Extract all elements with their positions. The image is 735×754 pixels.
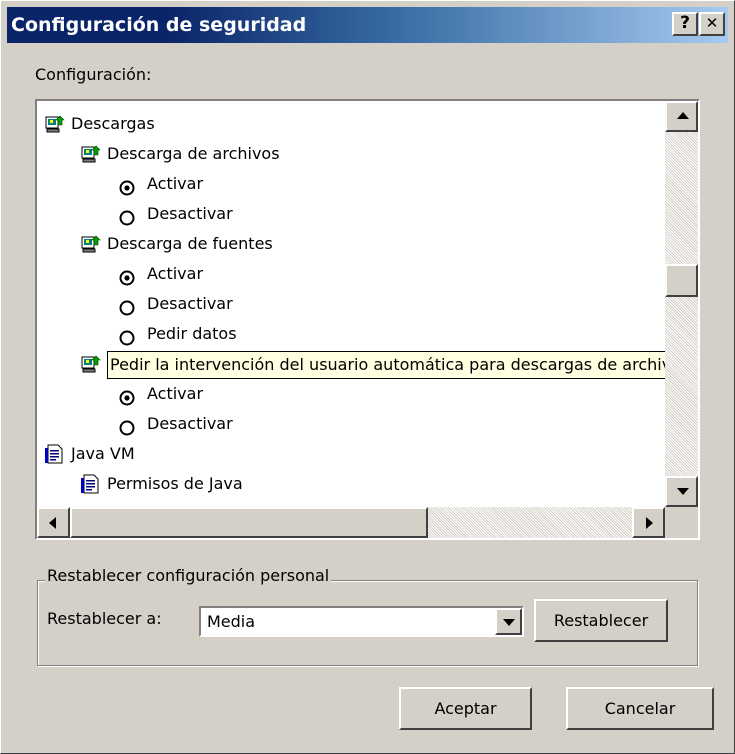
- reset-group-label: Restablecer configuración personal: [45, 566, 332, 585]
- document-icon: [45, 444, 65, 464]
- radio-checked-icon: [119, 266, 135, 286]
- vertical-scrollbar[interactable]: [665, 101, 698, 507]
- settings-category-icon: [81, 234, 101, 254]
- help-button[interactable]: ?: [672, 12, 698, 36]
- item-label: Activar: [147, 384, 204, 403]
- settings-tree: Descargas Descarga de archivos Activar Desa…: [37, 101, 665, 507]
- item-label: Activar: [147, 174, 204, 193]
- security-settings-dialog: Configuración de seguridad ? ✕ Configura…: [0, 0, 735, 754]
- radio-unchecked-icon: [119, 416, 135, 436]
- horizontal-scroll-thumb[interactable]: [70, 507, 428, 538]
- item-label: Descarga de archivos: [107, 144, 280, 163]
- item-label: Desactivar: [147, 414, 233, 433]
- scroll-left-button[interactable]: [37, 507, 70, 538]
- radio-unchecked-icon: [119, 296, 135, 316]
- tooltip-label: Pedir la intervención del usuario automá…: [107, 351, 665, 379]
- help-icon: ?: [680, 13, 690, 33]
- close-button[interactable]: ✕: [699, 12, 725, 36]
- settings-category-icon: [81, 354, 101, 374]
- reset-level-value: Media: [207, 612, 256, 631]
- up-arrow-icon: [677, 112, 689, 119]
- scrollbar-corner: [665, 507, 698, 538]
- window-title: Configuración de seguridad: [11, 14, 307, 36]
- scroll-right-button[interactable]: [632, 507, 665, 538]
- reset-button[interactable]: Restablecer: [534, 599, 668, 642]
- right-arrow-icon: [646, 517, 653, 529]
- settings-list[interactable]: Descargas Descarga de archivos Activar Desa…: [35, 99, 700, 540]
- chevron-down-icon: [503, 619, 515, 626]
- item-label: Descarga de fuentes: [107, 234, 273, 253]
- close-icon: ✕: [705, 14, 719, 32]
- item-label: Desactivar: [147, 294, 233, 313]
- item-label: Permisos de Java: [107, 474, 243, 493]
- scroll-thumb[interactable]: [665, 264, 698, 297]
- radio-checked-icon: [119, 176, 135, 196]
- left-arrow-icon: [49, 517, 56, 529]
- settings-category-icon: [81, 144, 101, 164]
- reset-to-label: Restablecer a:: [47, 609, 162, 628]
- radio-unchecked-icon: [119, 206, 135, 226]
- item-label: Activar: [147, 264, 204, 283]
- item-label: Pedir datos: [147, 324, 237, 343]
- cancel-button-label: Cancelar: [604, 699, 676, 718]
- down-arrow-icon: [677, 488, 689, 495]
- ok-button[interactable]: Aceptar: [399, 687, 532, 730]
- item-label: Desactivar: [147, 204, 233, 223]
- item-label: Desactivar Java: [147, 499, 272, 507]
- item-label: Descargas: [71, 114, 155, 133]
- settings-category-icon: [45, 114, 65, 134]
- title-bar[interactable]: Configuración de seguridad ? ✕: [7, 7, 728, 43]
- radio-unchecked-icon: [119, 326, 135, 346]
- horizontal-scrollbar[interactable]: [37, 507, 665, 538]
- reset-button-label: Restablecer: [553, 611, 649, 630]
- settings-label: Configuración:: [35, 65, 152, 84]
- cancel-button[interactable]: Cancelar: [566, 687, 714, 730]
- radio-checked-icon: [119, 386, 135, 406]
- document-icon: [81, 474, 101, 494]
- ok-button-label: Aceptar: [434, 699, 497, 718]
- dropdown-button[interactable]: [495, 608, 522, 635]
- reset-level-select[interactable]: Media: [199, 606, 524, 637]
- scroll-up-button[interactable]: [665, 101, 698, 132]
- item-label: Java VM: [71, 444, 135, 463]
- scroll-down-button[interactable]: [665, 476, 698, 507]
